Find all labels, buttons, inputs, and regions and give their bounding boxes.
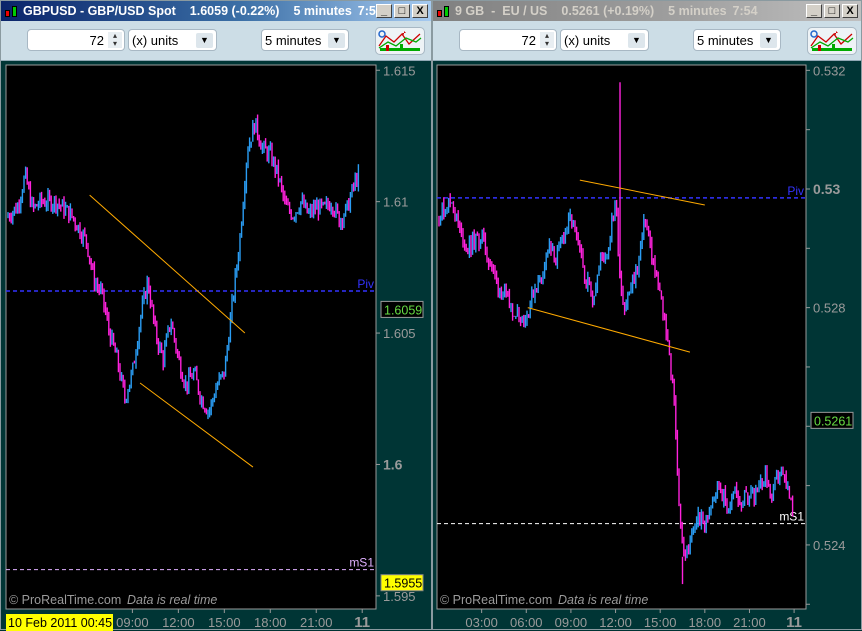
x-tick-label: 21:00 [733, 615, 766, 630]
spinner-arrows-icon[interactable]: ▴ ▾ [108, 32, 122, 48]
units-count-input[interactable]: 72 ▴ ▾ [27, 29, 125, 51]
y-tick-label: 0.528 [813, 301, 846, 316]
x-tick-label: 12:00 [599, 615, 632, 630]
title-timeframe: 5 minutes [293, 4, 352, 18]
price-chart-eu-us[interactable]: 0.532 0.53 0.528 0.524 03:00 06:00 09:00 12:00 1… [433, 61, 862, 631]
spinner-arrows-icon[interactable]: ▴ ▾ [540, 32, 554, 48]
ms1-line-label: mS1 [779, 510, 804, 524]
x-tick-label: 11 [786, 614, 802, 631]
last-price-value: 0.5261 [814, 414, 852, 428]
maximize-button[interactable]: □ [394, 4, 410, 18]
minimize-button[interactable]: _ [376, 4, 392, 18]
indicators-chart-icon [810, 30, 854, 51]
y-tick-label: 0.524 [813, 538, 846, 553]
y-tick-label: 1.61 [383, 195, 408, 210]
y-tick-label: 1.605 [383, 326, 416, 341]
x-tick-label: 21:00 [300, 615, 333, 630]
pivot-line-label: Piv [787, 184, 804, 198]
indicators-chart-icon [378, 30, 422, 51]
maximize-button[interactable]: □ [824, 4, 840, 18]
indicators-button[interactable] [375, 27, 425, 55]
title-time: 7:54 [732, 4, 758, 18]
indicators-button[interactable] [807, 27, 857, 55]
x-tick-label: 09:00 [116, 615, 149, 630]
plot-area[interactable] [436, 64, 807, 610]
title-symbol: 9 GB - EU / US [455, 4, 548, 18]
y-tick-label: 1.615 [383, 63, 416, 78]
title-price: 0.5261 (+0.19%) [561, 4, 655, 18]
x-tick-label: 11 [354, 614, 370, 631]
pivot-line-label: Piv [357, 277, 374, 291]
units-select-value: (x) units [564, 32, 611, 48]
timeframe-select[interactable]: 5 minutes ▼ [693, 29, 781, 51]
candlestick-app-icon [5, 4, 19, 18]
close-button[interactable]: X [412, 4, 428, 18]
units-count-value: 72 [89, 32, 104, 48]
price-chart-gbpusd[interactable]: 1.6151.611.6051.61.59509:00 12:00 15:00 18:… [1, 61, 432, 631]
units-count-value: 72 [521, 32, 536, 48]
x-tick-label: 06:00 [510, 615, 543, 630]
y-tick-label: 0.532 [813, 63, 846, 78]
x-tick-label: 09:00 [555, 615, 588, 630]
units-count-input[interactable]: 72 ▴ ▾ [459, 29, 557, 51]
chart-window-eu-us[interactable]: 9 GB - EU / US 0.5261 (+0.19%) 5 minutes 7:… [432, 0, 862, 631]
copyright-watermark: © ProRealTime.com [9, 593, 121, 607]
y-tick-label: 0.53 [813, 181, 840, 197]
close-button[interactable]: X [842, 4, 858, 18]
last-price-value: 1.6059 [384, 303, 422, 317]
x-tick-label: 18:00 [689, 615, 722, 630]
timeframe-select-value: 5 minutes [697, 32, 754, 48]
x-tick-label: 15:00 [644, 615, 677, 630]
x-tick-label: 18:00 [254, 615, 287, 630]
title-price: 1.6059 (-0.22%) [189, 4, 280, 18]
title-bar[interactable]: 9 GB - EU / US 0.5261 (+0.19%) 5 minutes 7:… [433, 1, 861, 21]
units-select-value: (x) units [132, 32, 179, 48]
minimize-button[interactable]: _ [806, 4, 822, 18]
chevron-down-icon[interactable]: ▼ [760, 33, 777, 48]
chart-toolbar: 72 ▴ ▾ (x) units ▼ 5 minutes ▼ [433, 21, 861, 61]
title-symbol: GBPUSD - GBP/USD Spot [23, 4, 176, 18]
realtime-note: Data is real time [558, 593, 648, 607]
x-tick-label: 15:00 [208, 615, 241, 630]
plot-area[interactable] [5, 64, 377, 610]
title-timeframe: 5 minutes [668, 4, 727, 18]
ms1-level-value: 1.5955 [384, 577, 422, 591]
copyright-watermark: © ProRealTime.com [440, 593, 552, 607]
x-tick-label: 12:00 [162, 615, 195, 630]
chevron-down-icon[interactable]: ▼ [628, 33, 645, 48]
candlestick-app-icon [437, 4, 451, 18]
realtime-note: Data is real time [127, 593, 217, 607]
timeframe-select-value: 5 minutes [265, 32, 322, 48]
x-tick-label: 03:00 [465, 615, 498, 630]
chart-window-gbpusd[interactable]: GBPUSD - GBP/USD Spot 1.6059 (-0.22%) 5 mi… [0, 0, 432, 631]
chart-toolbar: 72 ▴ ▾ (x) units ▼ 5 minutes ▼ [1, 21, 431, 61]
start-date-label: 10 Feb 2011 00:45 [8, 616, 112, 630]
ms1-line-label: mS1 [349, 556, 374, 570]
timeframe-select[interactable]: 5 minutes ▼ [261, 29, 349, 51]
units-select[interactable]: (x) units ▼ [128, 29, 217, 51]
chevron-down-icon[interactable]: ▼ [196, 33, 213, 48]
units-select[interactable]: (x) units ▼ [560, 29, 649, 51]
y-tick-label: 1.6 [383, 456, 403, 472]
chevron-down-icon[interactable]: ▼ [328, 33, 345, 48]
title-bar[interactable]: GBPUSD - GBP/USD Spot 1.6059 (-0.22%) 5 mi… [1, 1, 431, 21]
